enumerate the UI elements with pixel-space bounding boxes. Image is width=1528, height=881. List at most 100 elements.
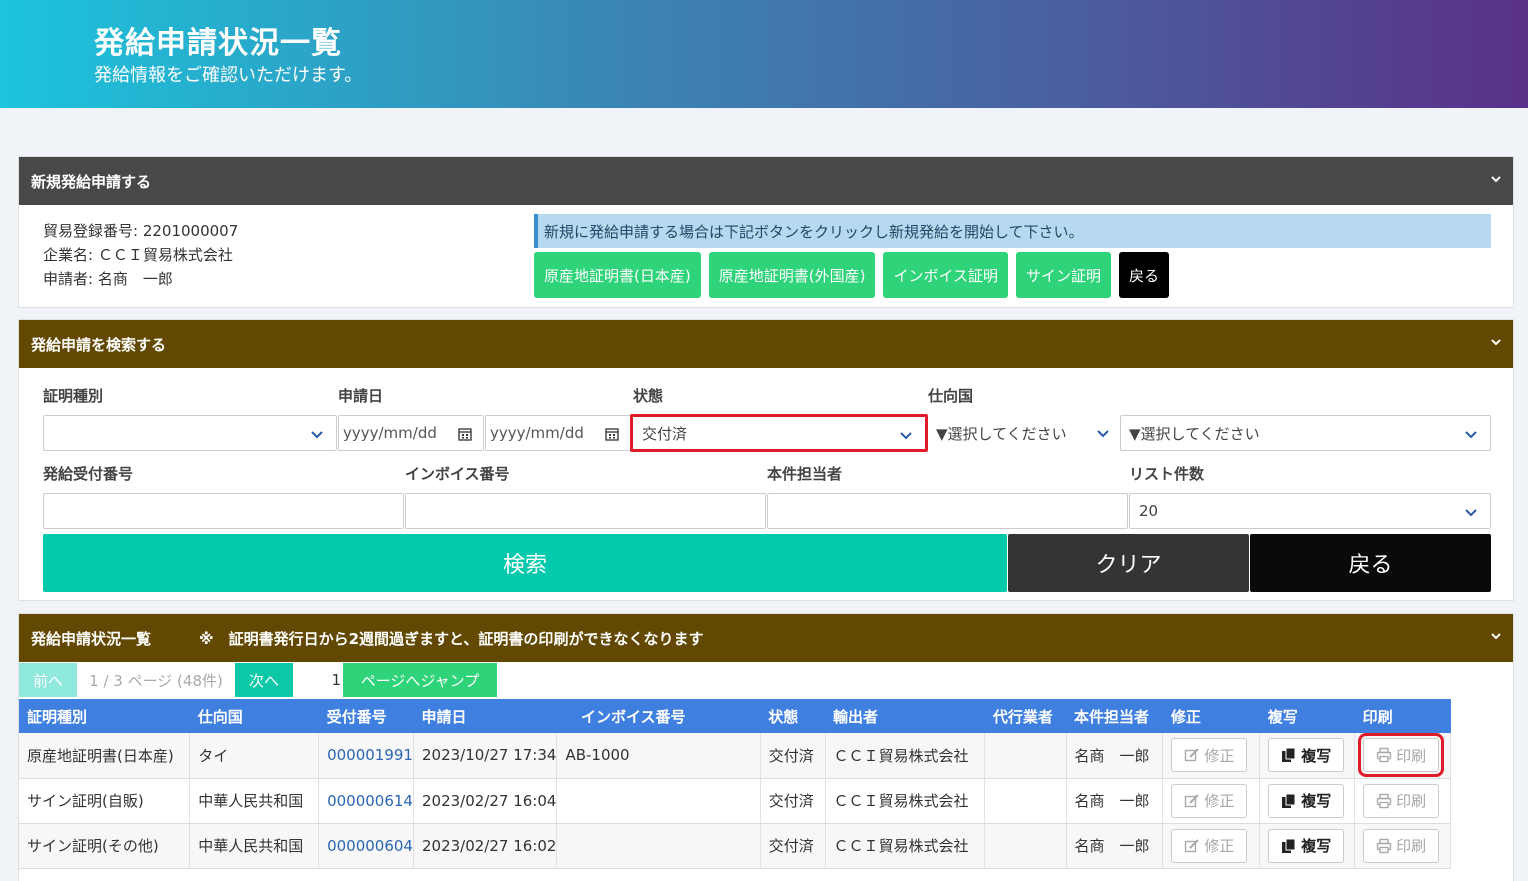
date-from-placeholder: yyyy/mm/dd [343,424,437,442]
page-number-input[interactable]: 1 [293,663,343,697]
origin-cert-domestic-button[interactable]: 原産地証明書(日本産) [534,252,701,298]
status-select[interactable]: 交付済 [630,414,928,452]
invoice-no-label: インボイス番号 [405,465,510,483]
destination-country-select[interactable]: ▼選択してください [1120,415,1491,451]
cell-copy: 複写 [1259,778,1356,824]
cell-apply-date: 2023/10/27 17:34 [413,733,558,779]
new-application-title: 新規発給申請する [31,172,152,191]
edit-label: 修正 [1204,746,1235,765]
chevron-down-icon [1465,431,1477,439]
new-application-header[interactable]: 新規発給申請する [19,157,1513,205]
cell-status: 交付済 [760,823,826,869]
col-copy: 複写 [1259,699,1355,733]
list-count-value: 20 [1139,502,1159,520]
copy-button[interactable]: 複写 [1268,783,1345,818]
application-list-panel: 発給申請状況一覧 ※ 証明書発行日から2週間過ぎますと、証明書の印刷ができなくな… [18,613,1514,881]
prev-page-button[interactable]: 前へ [19,663,77,697]
apply-date-from-input[interactable]: yyyy/mm/dd [338,415,484,451]
edit-button[interactable]: 修正 [1171,738,1248,773]
print-label: 印刷 [1396,837,1427,855]
cell-cert-type: 原産地証明書(日本産) [19,733,191,779]
new-application-notice: 新規に発給申請する場合は下記ボタンをクリックし新規発給を開始して下さい。 [534,214,1491,248]
calendar-icon[interactable] [457,426,473,442]
applicant-info: 貿易登録番号: 2201000007 企業名: ＣＣＩ貿易株式会社 申請者: 名… [43,219,238,291]
chevron-down-icon [1491,339,1501,346]
search-back-button[interactable]: 戻る [1250,534,1491,592]
col-receipt-no[interactable]: 受付番号 [318,699,414,733]
chevron-down-icon [1491,176,1501,183]
cell-print: 印刷 [1354,778,1451,824]
cell-invoice-no: AB-1000 [556,733,761,779]
invoice-cert-button[interactable]: インボイス証明 [883,252,1008,298]
copy-label: 複写 [1301,746,1332,765]
page-jump-button[interactable]: ページへジャンプ [343,663,497,697]
table-row: サイン証明(その他) 中華人民共和国 000000604 2023/02/27 … [19,823,1451,869]
col-invoice-no[interactable]: インボイス番号 [556,699,761,733]
edit-label: 修正 [1204,792,1235,810]
list-count-select[interactable]: 20 [1129,493,1491,529]
print-label: 印刷 [1396,746,1427,765]
destination-region-select[interactable]: ▼選択してください [930,415,1118,451]
print-button[interactable]: 印刷 [1363,828,1440,863]
search-button[interactable]: 検索 [43,534,1007,592]
col-apply-date[interactable]: 申請日 [413,699,557,733]
col-cert-type[interactable]: 証明種別 [19,699,190,733]
copy-button[interactable]: 複写 [1268,738,1345,773]
cell-copy: 複写 [1259,733,1356,779]
invoice-no-input[interactable] [405,493,766,529]
list-panel-title: 発給申請状況一覧 [31,629,152,648]
col-destination[interactable]: 仕向国 [189,699,319,733]
apply-date-to-input[interactable]: yyyy/mm/dd [485,415,631,451]
print-icon [1376,748,1392,763]
col-exporter[interactable]: 輸出者 [825,699,985,733]
search-panel-header[interactable]: 発給申請を検索する [19,320,1513,368]
receipt-no-label: 発給受付番号 [43,465,134,483]
applicant-name: 申請者: 名商 一郎 [43,270,173,288]
signature-cert-button[interactable]: サイン証明 [1016,252,1112,298]
edit-label: 修正 [1204,837,1235,855]
cert-type-label: 証明種別 [43,387,104,405]
copy-button[interactable]: 複写 [1268,828,1345,863]
date-to-placeholder: yyyy/mm/dd [490,424,584,442]
receipt-no-link[interactable]: 000000614 [318,778,414,824]
cell-person: 名商 一郎 [1066,823,1164,869]
print-button[interactable]: 印刷 [1363,783,1440,818]
cell-cert-type: サイン証明(自販) [19,778,191,824]
company-name: 企業名: ＣＣＩ貿易株式会社 [43,246,233,264]
edit-icon [1185,748,1200,762]
cell-destination: 中華人民共和国 [189,778,320,824]
next-page-button[interactable]: 次へ [235,663,293,697]
col-person[interactable]: 本件担当者 [1066,699,1163,733]
receipt-no-input[interactable] [43,493,404,529]
edit-button[interactable]: 修正 [1171,783,1248,818]
print-button[interactable]: 印刷 [1358,733,1445,778]
back-button[interactable]: 戻る [1119,252,1170,298]
list-panel-header[interactable]: 発給申請状況一覧 ※ 証明書発行日から2週間過ぎますと、証明書の印刷ができなくな… [19,614,1513,662]
copy-icon [1282,838,1296,853]
copy-icon [1282,793,1296,808]
cell-person: 名商 一郎 [1066,778,1164,824]
col-status[interactable]: 状態 [760,699,826,733]
list-count-label: リスト件数 [1129,465,1205,483]
page-header: 発給申請状況一覧 発給情報をご確認いただけます。 [0,0,1528,108]
origin-cert-foreign-button[interactable]: 原産地証明書(外国産) [708,252,876,298]
receipt-no-link[interactable]: 000000604 [318,823,414,869]
cert-type-select[interactable] [43,415,337,451]
cell-print: 印刷 [1354,823,1451,869]
table-row: サイン証明(自販) 中華人民共和国 000000614 2023/02/27 1… [19,778,1451,824]
calendar-icon[interactable] [604,426,620,442]
clear-button[interactable]: クリア [1008,534,1249,592]
table-header-row: 証明種別 仕向国 受付番号 申請日 インボイス番号 状態 輸出者 代行業者 本件… [19,699,1451,733]
cell-destination: タイ [189,733,320,779]
chevron-down-icon [900,432,912,440]
chevron-down-icon [1465,509,1477,517]
col-agent[interactable]: 代行業者 [984,699,1067,733]
cell-invoice-no [556,823,761,869]
edit-button[interactable]: 修正 [1171,828,1248,863]
cell-edit: 修正 [1162,778,1261,824]
trade-registration-number: 貿易登録番号: 2201000007 [43,222,239,240]
new-application-panel: 新規発給申請する 貿易登録番号: 2201000007 企業名: ＣＣＩ貿易株式… [18,156,1514,308]
receipt-no-link[interactable]: 000001991 [318,733,414,779]
person-input[interactable] [767,493,1128,529]
cell-print: 印刷 [1354,733,1451,779]
